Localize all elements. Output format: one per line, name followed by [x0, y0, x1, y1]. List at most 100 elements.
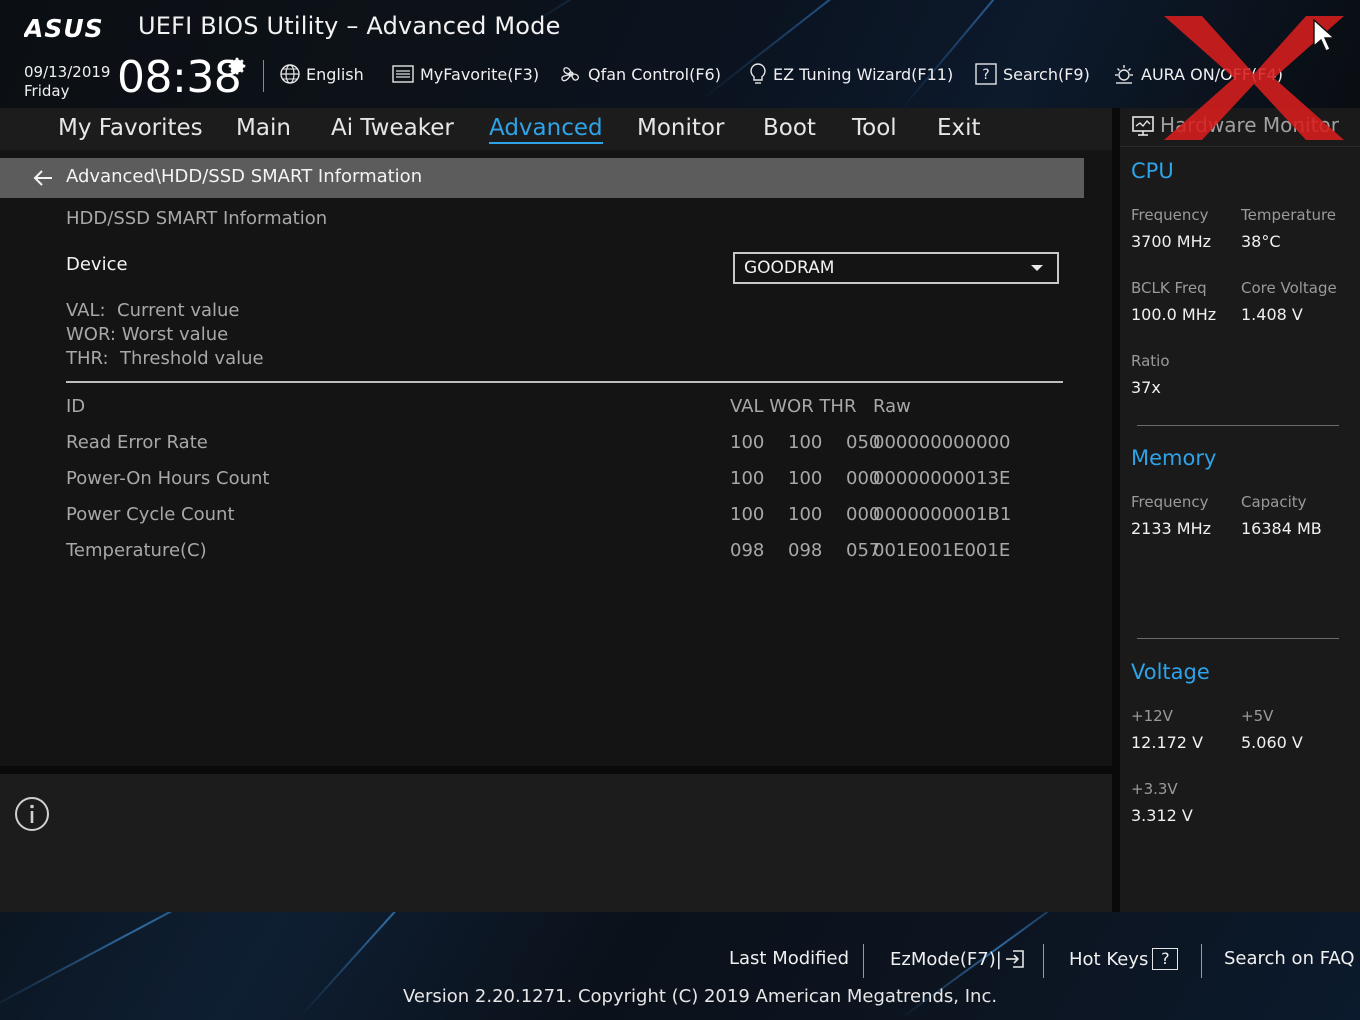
ez-tuning-wizard-label: EZ Tuning Wizard(F11) [773, 64, 954, 84]
table-row: Power Cycle Count 100 100 000 0000000001… [66, 504, 1063, 530]
table-row: Read Error Rate 100 100 050 000000000000 [66, 432, 1063, 458]
hot-keys-button[interactable]: Hot Keys ? [1069, 948, 1179, 970]
header-divider [263, 60, 264, 92]
tab-advanced[interactable]: Advanced [489, 112, 603, 144]
row-wor: 100 [788, 468, 823, 489]
row-id: Temperature(C) [66, 540, 207, 561]
bclk-label: BCLK Freq [1131, 279, 1207, 297]
qfan-control-button[interactable]: Qfan Control(F6) [559, 60, 721, 88]
back-arrow-icon[interactable] [32, 168, 54, 188]
table-row: Power-On Hours Count 100 100 000 0000000… [66, 468, 1063, 494]
footer-divider [863, 944, 864, 978]
tab-tool[interactable]: Tool [852, 112, 897, 144]
last-modified-button[interactable]: Last Modified [729, 948, 849, 969]
cpu-temperature-label: Temperature [1241, 206, 1337, 224]
row-wor: 100 [788, 432, 823, 453]
main-panel: Advanced\HDD/SSD SMART Information HDD/S… [0, 150, 1112, 766]
mouse-cursor-icon [1313, 18, 1336, 52]
lightbulb-icon [750, 63, 766, 84]
mem-frequency-value: 2133 MHz [1131, 519, 1212, 538]
row-val: 098 [730, 540, 765, 561]
cpu-temperature-value: 38°C [1241, 232, 1281, 251]
decor-streak [899, 0, 1094, 108]
tab-exit[interactable]: Exit [937, 112, 981, 144]
row-raw: 00000000013E [873, 468, 1011, 489]
row-id: Power-On Hours Count [66, 468, 270, 489]
table-header: ID VAL WOR THR Raw [66, 396, 1063, 422]
device-select[interactable]: GOODRAM [733, 252, 1059, 284]
hw-cpu-heading: CPU [1131, 159, 1174, 183]
tab-boot[interactable]: Boot [763, 112, 816, 144]
v12-label: +12V [1131, 707, 1173, 725]
device-label: Device [66, 254, 128, 275]
row-val: 100 [730, 468, 765, 489]
help-key-icon: ? [1152, 948, 1179, 970]
search-button[interactable]: ? Search(F9) [974, 60, 1090, 88]
aura-label: AURA ON/OFF(F4) [1141, 64, 1283, 84]
device-select-value: GOODRAM [744, 258, 835, 278]
header-val-wor-thr: VAL WOR THR [730, 396, 857, 417]
search-faq-button[interactable]: Search on FAQ [1224, 948, 1355, 969]
mem-frequency-label: Frequency [1131, 493, 1209, 511]
aura-toggle-button[interactable]: AURA ON/OFF(F4) [1112, 60, 1283, 88]
mem-capacity-value: 16384 MB [1241, 519, 1322, 538]
row-id: Power Cycle Count [66, 504, 235, 525]
footer-divider [1201, 944, 1202, 978]
svg-text:?: ? [982, 67, 989, 83]
cpu-frequency-value: 3700 MHz [1131, 232, 1212, 251]
row-raw: 000000000000 [873, 432, 1011, 453]
cpu-frequency-label: Frequency [1131, 206, 1209, 224]
ratio-value: 37x [1131, 378, 1161, 397]
v33-label: +3.3V [1131, 780, 1178, 798]
breadcrumb: Advanced\HDD/SSD SMART Information [0, 158, 1084, 198]
exit-to-ezmode-icon [1005, 950, 1024, 968]
hot-keys-label: Hot Keys [1069, 948, 1149, 970]
hw-title-divider [1120, 146, 1360, 147]
ez-tuning-wizard-button[interactable]: EZ Tuning Wizard(F11) [748, 60, 953, 88]
v12-value: 12.172 V [1131, 733, 1204, 752]
core-voltage-value: 1.408 V [1241, 305, 1303, 324]
search-help-icon: ? [975, 63, 997, 85]
globe-icon [280, 64, 300, 84]
row-raw: 0000000001B1 [873, 504, 1012, 525]
tab-ai-tweaker[interactable]: Ai Tweaker [331, 112, 454, 144]
tab-main[interactable]: Main [236, 112, 291, 144]
row-wor: 098 [788, 540, 823, 561]
table-row: Temperature(C) 098 098 057 001E001E001E [66, 540, 1063, 566]
asus-logo: ASUS [24, 14, 103, 42]
date-text: 09/13/2019 [24, 63, 111, 81]
legend-val: VAL: Current value [66, 300, 240, 321]
mem-capacity-label: Capacity [1241, 493, 1307, 511]
tab-my-favorites[interactable]: My Favorites [58, 112, 203, 144]
search-label: Search(F9) [1003, 64, 1090, 84]
clock-time: 08:38 [117, 52, 242, 103]
myfavorite-button[interactable]: MyFavorite(F3) [391, 60, 539, 88]
footer-bar: Last Modified EzMode(F7)| Hot Keys ? Sea… [0, 912, 1360, 1020]
caret-down-icon [1031, 265, 1043, 271]
favorite-list-icon [392, 65, 414, 83]
header-bar: ASUS UEFI BIOS Utility – Advanced Mode 0… [0, 0, 1360, 108]
tab-monitor[interactable]: Monitor [637, 112, 724, 144]
gear-icon[interactable] [226, 55, 248, 77]
hardware-monitor-panel: Hardware Monitor CPU Frequency Temperatu… [1120, 108, 1360, 912]
legend-wor: WOR: Worst value [66, 324, 229, 345]
main-menu-bar: My Favorites Main Ai Tweaker Advanced Mo… [0, 108, 1112, 150]
ezmode-label: EzMode(F7)| [890, 948, 1002, 970]
row-raw: 001E001E001E [873, 540, 1011, 561]
decor-streak [0, 912, 299, 1014]
v5-label: +5V [1241, 707, 1274, 725]
help-info-panel [0, 774, 1112, 912]
language-button[interactable]: English [279, 60, 364, 88]
qfan-control-label: Qfan Control(F6) [588, 64, 721, 84]
ezmode-button[interactable]: EzMode(F7)| [890, 948, 1026, 970]
row-val: 100 [730, 432, 765, 453]
aura-icon [1115, 65, 1133, 84]
core-voltage-label: Core Voltage [1241, 279, 1337, 297]
section-title: HDD/SSD SMART Information [66, 208, 328, 229]
fan-icon [561, 67, 580, 82]
hw-monitor-title: Hardware Monitor [1160, 113, 1339, 137]
version-copyright: Version 2.20.1271. Copyright (C) 2019 Am… [403, 986, 998, 1007]
ratio-label: Ratio [1131, 352, 1170, 370]
hw-voltage-heading: Voltage [1131, 660, 1210, 684]
language-label: English [306, 64, 364, 84]
